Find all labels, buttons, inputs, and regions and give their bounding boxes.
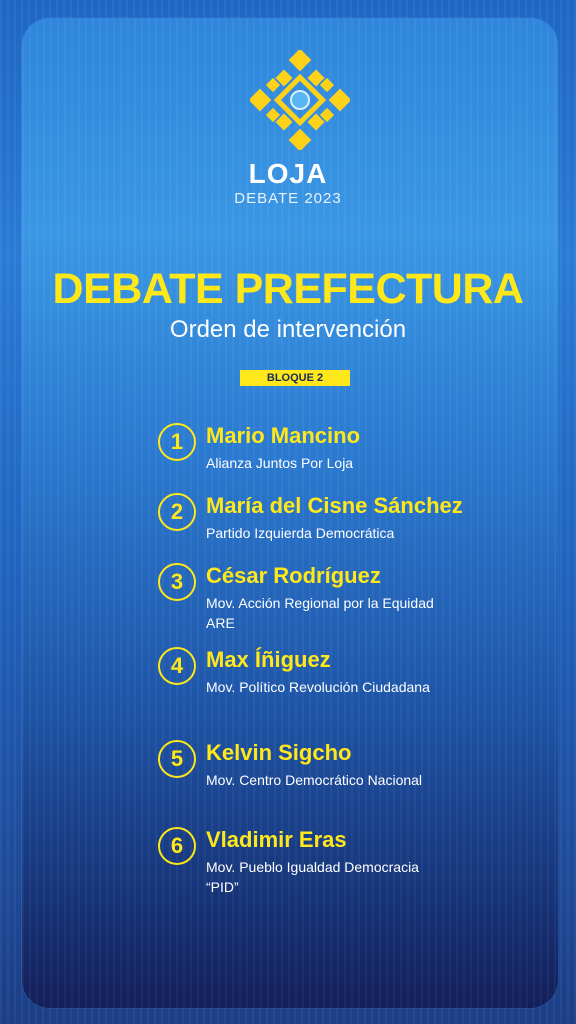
candidate-party: Mov. Político Revolución Ciudadana [206,679,430,695]
candidate-name: César Rodríguez [206,563,381,588]
number-circle: 1 [158,423,196,461]
page-subtitle: Orden de intervención [169,316,407,343]
number-circle: 5 [158,740,196,778]
candidate-name: Max Íñiguez [206,647,331,672]
candidate-name: María del Cisne Sánchez [206,493,463,518]
candidate-party: Alianza Juntos Por Loja [206,455,354,471]
brand-title: LOJA [248,158,328,189]
candidate-party: Mov. Centro Democrático Nacional [206,772,423,788]
brand-subtitle: DEBATE 2023 [234,190,342,207]
candidate-name: Vladimir Eras [206,827,347,852]
candidate-party: Mov. Pueblo Igualdad Democracia “PID” [206,859,419,895]
number-circle: 3 [158,563,196,601]
number-circle: 4 [158,647,196,685]
candidate-party: Mov. Acción Regional por la Equidad ARE [206,595,434,631]
candidate-party: Partido Izquierda Democrática [206,525,395,541]
candidate-name: Mario Mancino [206,423,361,448]
page-title: DEBATE PREFECTURA [52,265,524,313]
candidate-name: Kelvin Sigcho [206,740,352,765]
block-badge: BLOQUE 2 [240,370,350,386]
loja-debate-logo-icon [250,50,350,150]
number-circle: 2 [158,493,196,531]
number-circle: 6 [158,827,196,865]
